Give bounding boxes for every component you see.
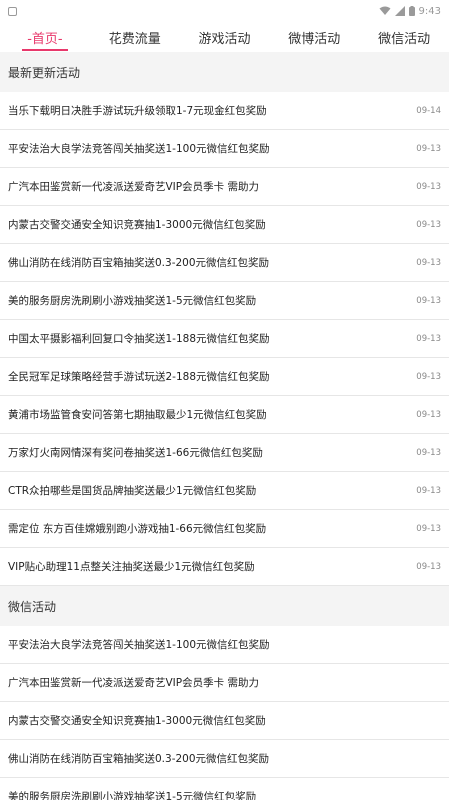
list-item-title: 美的服务厨房洗刷刷小游戏抽奖送1-5元微信红包奖励 [8, 791, 257, 800]
list-item-date: 09-13 [416, 257, 441, 268]
battery-icon [408, 6, 415, 16]
list-item[interactable]: 广汽本田鉴赏新一代凌派送爱奇艺VIP会员季卡 需助力 [0, 664, 449, 702]
list-item[interactable]: 佛山消防在线消防百宝箱抽奖送0.3-200元微信红包奖励 [0, 740, 449, 778]
list-item-title: 黄浦市场监管食安问答第七期抽取最少1元微信红包奖励 [8, 409, 267, 421]
section-title-latest: 最新更新活动 [0, 52, 449, 92]
list-item-title: 佛山消防在线消防百宝箱抽奖送0.3-200元微信红包奖励 [8, 753, 270, 765]
wifi-icon [379, 6, 391, 16]
list-item-title: 广汽本田鉴赏新一代凌派送爱奇艺VIP会员季卡 需助力 [8, 181, 259, 193]
status-time: 9:43 [418, 5, 441, 17]
list-item-title: 需定位 东方百佳嫦娥别跑小游戏抽1-66元微信红包奖励 [8, 523, 267, 535]
list-item-title: 广汽本田鉴赏新一代凌派送爱奇艺VIP会员季卡 需助力 [8, 677, 259, 689]
list-item-title: 当乐下载明日决胜手游试玩升级领取1-7元现金红包奖励 [8, 105, 267, 117]
list-item-date: 09-13 [416, 333, 441, 344]
list-item-date: 09-13 [416, 143, 441, 154]
status-bar: 9:43 [0, 0, 449, 22]
section-title-wechat: 微信活动 [0, 586, 449, 626]
list-item-date: 09-13 [416, 219, 441, 230]
list-item-title: 内蒙古交警交通安全知识竞赛抽1-3000元微信红包奖励 [8, 219, 266, 231]
tab-wechat-events[interactable]: 微信活动 [359, 22, 449, 52]
list-item-date: 09-14 [416, 105, 441, 116]
list-item[interactable]: CTR众拍哪些是国货品牌抽奖送最少1元微信红包奖励 09-13 [0, 472, 449, 510]
list-item[interactable]: 万家灯火南网情深有奖问卷抽奖送1-66元微信红包奖励 09-13 [0, 434, 449, 472]
list-item-title: 内蒙古交警交通安全知识竞赛抽1-3000元微信红包奖励 [8, 715, 266, 727]
list-item[interactable]: 美的服务厨房洗刷刷小游戏抽奖送1-5元微信红包奖励 09-13 [0, 282, 449, 320]
list-item[interactable]: 美的服务厨房洗刷刷小游戏抽奖送1-5元微信红包奖励 [0, 778, 449, 800]
list-item-date: 09-13 [416, 447, 441, 458]
list-item[interactable]: 需定位 东方百佳嫦娥别跑小游戏抽1-66元微信红包奖励 09-13 [0, 510, 449, 548]
list-item[interactable]: 内蒙古交警交通安全知识竞赛抽1-3000元微信红包奖励 [0, 702, 449, 740]
list-item-date: 09-13 [416, 561, 441, 572]
list-item[interactable]: 佛山消防在线消防百宝箱抽奖送0.3-200元微信红包奖励 09-13 [0, 244, 449, 282]
tab-home[interactable]: -首页- [0, 22, 90, 52]
list-item[interactable]: 内蒙古交警交通安全知识竞赛抽1-3000元微信红包奖励 09-13 [0, 206, 449, 244]
list-item-date: 09-13 [416, 485, 441, 496]
list-item-title: 全民冠军足球策略经营手游试玩送2-188元微信红包奖励 [8, 371, 270, 383]
list-item-title: 平安法治大良学法竞答闯关抽奖送1-100元微信红包奖励 [8, 143, 270, 155]
list-item-date: 09-13 [416, 371, 441, 382]
tab-bar: -首页- 花费流量 游戏活动 微博活动 微信活动 [0, 22, 449, 52]
list-item[interactable]: 当乐下载明日决胜手游试玩升级领取1-7元现金红包奖励 09-14 [0, 92, 449, 130]
list-item-title: 中国太平摄影福利回复口令抽奖送1-188元微信红包奖励 [8, 333, 270, 345]
list-item[interactable]: 平安法治大良学法竞答闯关抽奖送1-100元微信红包奖励 [0, 626, 449, 664]
list-item-date: 09-13 [416, 523, 441, 534]
list-item-title: VIP贴心助理11点整关注抽奖送最少1元微信红包奖励 [8, 561, 255, 573]
list-item-title: 万家灯火南网情深有奖问卷抽奖送1-66元微信红包奖励 [8, 447, 263, 459]
signal-icon [394, 6, 405, 16]
list-item-title: 美的服务厨房洗刷刷小游戏抽奖送1-5元微信红包奖励 [8, 295, 257, 307]
notification-icon [8, 6, 17, 16]
list-item[interactable]: VIP贴心助理11点整关注抽奖送最少1元微信红包奖励 09-13 [0, 548, 449, 586]
tab-weibo-events[interactable]: 微博活动 [269, 22, 359, 52]
list-item-title: CTR众拍哪些是国货品牌抽奖送最少1元微信红包奖励 [8, 485, 257, 497]
tab-data-traffic[interactable]: 花费流量 [90, 22, 180, 52]
list-item[interactable]: 黄浦市场监管食安问答第七期抽取最少1元微信红包奖励 09-13 [0, 396, 449, 434]
list-item[interactable]: 广汽本田鉴赏新一代凌派送爱奇艺VIP会员季卡 需助力 09-13 [0, 168, 449, 206]
list-item-date: 09-13 [416, 409, 441, 420]
list-item-date: 09-13 [416, 181, 441, 192]
list-item[interactable]: 平安法治大良学法竞答闯关抽奖送1-100元微信红包奖励 09-13 [0, 130, 449, 168]
list-item-title: 佛山消防在线消防百宝箱抽奖送0.3-200元微信红包奖励 [8, 257, 270, 269]
list-item-title: 平安法治大良学法竞答闯关抽奖送1-100元微信红包奖励 [8, 639, 270, 651]
wechat-list: 平安法治大良学法竞答闯关抽奖送1-100元微信红包奖励 广汽本田鉴赏新一代凌派送… [0, 626, 449, 800]
tab-game-events[interactable]: 游戏活动 [180, 22, 270, 52]
latest-list: 当乐下载明日决胜手游试玩升级领取1-7元现金红包奖励 09-14 平安法治大良学… [0, 92, 449, 586]
list-item-date: 09-13 [416, 295, 441, 306]
list-item[interactable]: 全民冠军足球策略经营手游试玩送2-188元微信红包奖励 09-13 [0, 358, 449, 396]
list-item[interactable]: 中国太平摄影福利回复口令抽奖送1-188元微信红包奖励 09-13 [0, 320, 449, 358]
